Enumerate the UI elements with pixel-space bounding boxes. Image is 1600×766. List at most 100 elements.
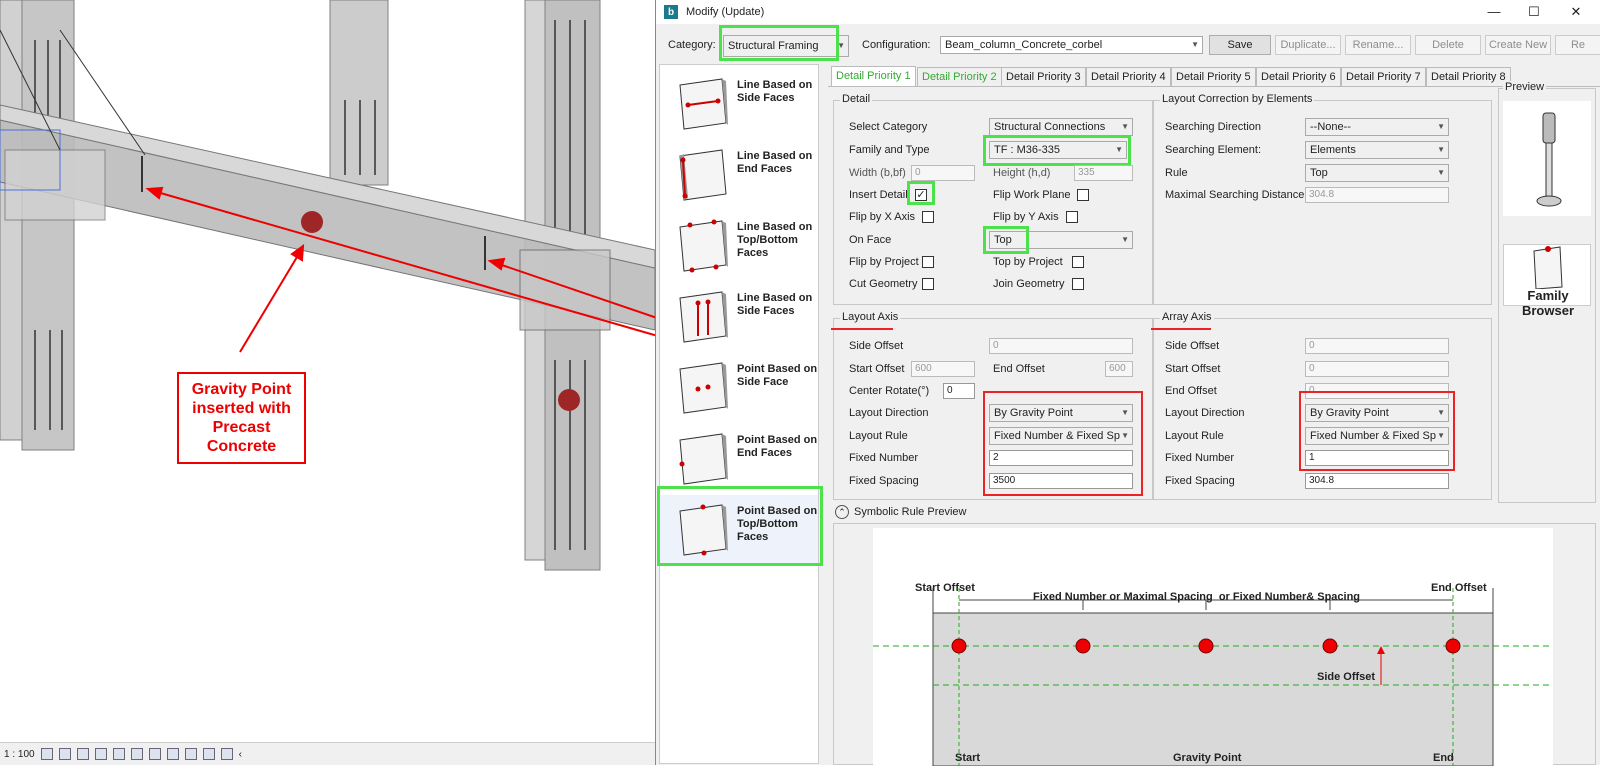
select-category-select[interactable]: Structural Connections ▼ (989, 118, 1133, 136)
scale-label[interactable]: 1 : 100 (4, 749, 35, 760)
symbolic-preview-title: Symbolic Rule Preview (854, 506, 967, 518)
join-geometry-checkbox[interactable] (1072, 278, 1084, 290)
tab-detail-priority-8[interactable]: Detail Priority 8 (1426, 67, 1511, 86)
insert-detail-highlight (907, 181, 935, 205)
searching-element-label: Searching Element: (1165, 144, 1261, 156)
list-item[interactable]: Point Based on Side Face (660, 353, 818, 421)
category-label: Category: (668, 39, 716, 51)
create-new-button[interactable]: Create New (1485, 35, 1551, 55)
tab-detail-priority-6[interactable]: Detail Priority 6 (1256, 67, 1341, 86)
list-item-label: Line Based on End Faces (737, 150, 813, 175)
configuration-select[interactable]: Beam_column_Concrete_corbel ▼ (940, 36, 1203, 54)
tab-detail-priority-3[interactable]: Detail Priority 3 (1001, 67, 1086, 86)
chevron-left-icon[interactable]: ‹ (239, 749, 242, 760)
reveal-icon[interactable] (184, 748, 197, 760)
tab-detail-priority-2[interactable]: Detail Priority 2 (917, 67, 1002, 86)
crop-icon[interactable] (130, 748, 143, 760)
array-start-offset-field[interactable]: 0 (1305, 361, 1449, 377)
line-side-faces-icon (679, 78, 728, 130)
chevron-down-icon: ▼ (1121, 122, 1129, 131)
render-icon[interactable] (112, 748, 125, 760)
side-offset-label: Side Offset (849, 340, 904, 352)
close-button[interactable]: ✕ (1556, 0, 1596, 24)
family-browser-label: Family Browser (1521, 288, 1575, 318)
insert-detail-label: Insert Detail (849, 189, 908, 201)
app-icon: b (664, 5, 678, 19)
delete-button[interactable]: Delete (1415, 35, 1481, 55)
save-button[interactable]: Save (1209, 35, 1271, 55)
layout-axis-underline (831, 328, 893, 330)
anchor-bolt-icon (1536, 112, 1562, 207)
list-item-label: Point Based on Side Face (737, 363, 818, 388)
searching-element-select[interactable]: Elements ▼ (1305, 141, 1449, 159)
flip-y-checkbox[interactable] (1066, 211, 1078, 223)
array-fixed-spacing-label: Fixed Spacing (1165, 475, 1235, 487)
title-bar: b Modify (Update) — ☐ ✕ (656, 0, 1600, 24)
preview-panel: Preview Family Browser (1498, 81, 1596, 503)
chevron-down-icon: ▼ (1121, 235, 1129, 244)
chevron-down-icon: ▼ (1437, 168, 1445, 177)
collapse-icon[interactable]: ⌃ (835, 505, 849, 519)
list-item[interactable]: Line Based on End Faces (660, 140, 818, 208)
searching-direction-select[interactable]: --None-- ▼ (1305, 118, 1449, 136)
list-item-label: Line Based on Side Faces (737, 292, 813, 317)
flip-y-label: Flip by Y Axis (993, 211, 1059, 223)
family-browser-button[interactable]: Family Browser (1503, 244, 1591, 318)
flip-work-plane-checkbox[interactable] (1077, 189, 1089, 201)
width-label: Width (b,bf) (849, 167, 906, 179)
array-fixed-spacing-field[interactable]: 304.8 (1305, 473, 1449, 489)
tab-detail-priority-7[interactable]: Detail Priority 7 (1341, 67, 1426, 86)
rule-select[interactable]: Top ▼ (1305, 164, 1449, 182)
searching-direction-label: Searching Direction (1165, 121, 1261, 133)
center-rotate-field[interactable]: 0 (943, 383, 975, 399)
tab-detail-priority-1[interactable]: Detail Priority 1 (831, 66, 916, 87)
3d-viewport[interactable]: Gravity Point inserted with Precast Conc… (0, 0, 655, 765)
tab-detail-priority-5[interactable]: Detail Priority 5 (1171, 67, 1256, 86)
line-end-faces-icon (679, 149, 727, 201)
array-axis-underline (1151, 328, 1211, 330)
detail-level-icon[interactable] (40, 748, 53, 760)
flip-x-checkbox[interactable] (922, 211, 934, 223)
chevron-down-icon: ▼ (1437, 145, 1445, 154)
list-item-label: Line Based on Side Faces (737, 79, 813, 104)
max-distance-label: Maximal Searching Distance (1165, 189, 1305, 201)
list-item[interactable]: Line Based on Side Faces (660, 69, 818, 137)
status-bar: 1 : 100 ‹ (0, 742, 655, 765)
chevron-down-icon: ▼ (1437, 122, 1445, 131)
preview-title: Preview (1503, 81, 1547, 93)
max-distance-field[interactable]: 304.8 (1305, 187, 1449, 203)
visual-style-icon[interactable] (58, 748, 71, 760)
searching-element-value: Elements (1310, 144, 1356, 156)
rename-button[interactable]: Rename... (1345, 35, 1411, 55)
lock-view-icon[interactable] (202, 748, 215, 760)
re-button[interactable]: Re (1555, 35, 1600, 55)
array-end-offset-label: End Offset (1165, 385, 1217, 397)
array-layout-direction-label: Layout Direction (1165, 407, 1245, 419)
list-item[interactable]: Point Based on End Faces (660, 424, 818, 492)
array-side-offset-field[interactable]: 0 (1305, 338, 1449, 354)
cut-geometry-checkbox[interactable] (922, 278, 934, 290)
minimize-button[interactable]: — (1474, 0, 1514, 24)
height-field[interactable]: 335 (1074, 165, 1133, 181)
flip-x-label: Flip by X Axis (849, 211, 916, 223)
temp-hide-icon[interactable] (166, 748, 179, 760)
hide-icon[interactable] (148, 748, 161, 760)
tab-detail-priority-4[interactable]: Detail Priority 4 (1086, 67, 1171, 86)
list-item[interactable]: Line Based on Side Faces (660, 282, 818, 350)
duplicate-button[interactable]: Duplicate... (1275, 35, 1341, 55)
modify-update-dialog: b Modify (Update) — ☐ ✕ Category: Struct… (655, 0, 1600, 766)
array-fixed-number-label: Fixed Number (1165, 452, 1235, 464)
shadows-icon[interactable] (94, 748, 107, 760)
sun-path-icon[interactable] (76, 748, 89, 760)
start-offset-field[interactable]: 600 (911, 361, 975, 377)
list-item[interactable]: Line Based on Top/Bottom Faces (660, 211, 818, 279)
maximize-button[interactable]: ☐ (1514, 0, 1554, 24)
top-project-label: Top by Project (993, 256, 1063, 268)
analytical-icon[interactable] (220, 748, 233, 760)
width-field[interactable]: 0 (911, 165, 975, 181)
side-offset-field[interactable]: 0 (989, 338, 1133, 354)
end-offset-field[interactable]: 600 (1105, 361, 1133, 377)
top-project-checkbox[interactable] (1072, 256, 1084, 268)
family-type-highlight (983, 135, 1131, 166)
flip-project-checkbox[interactable] (922, 256, 934, 268)
